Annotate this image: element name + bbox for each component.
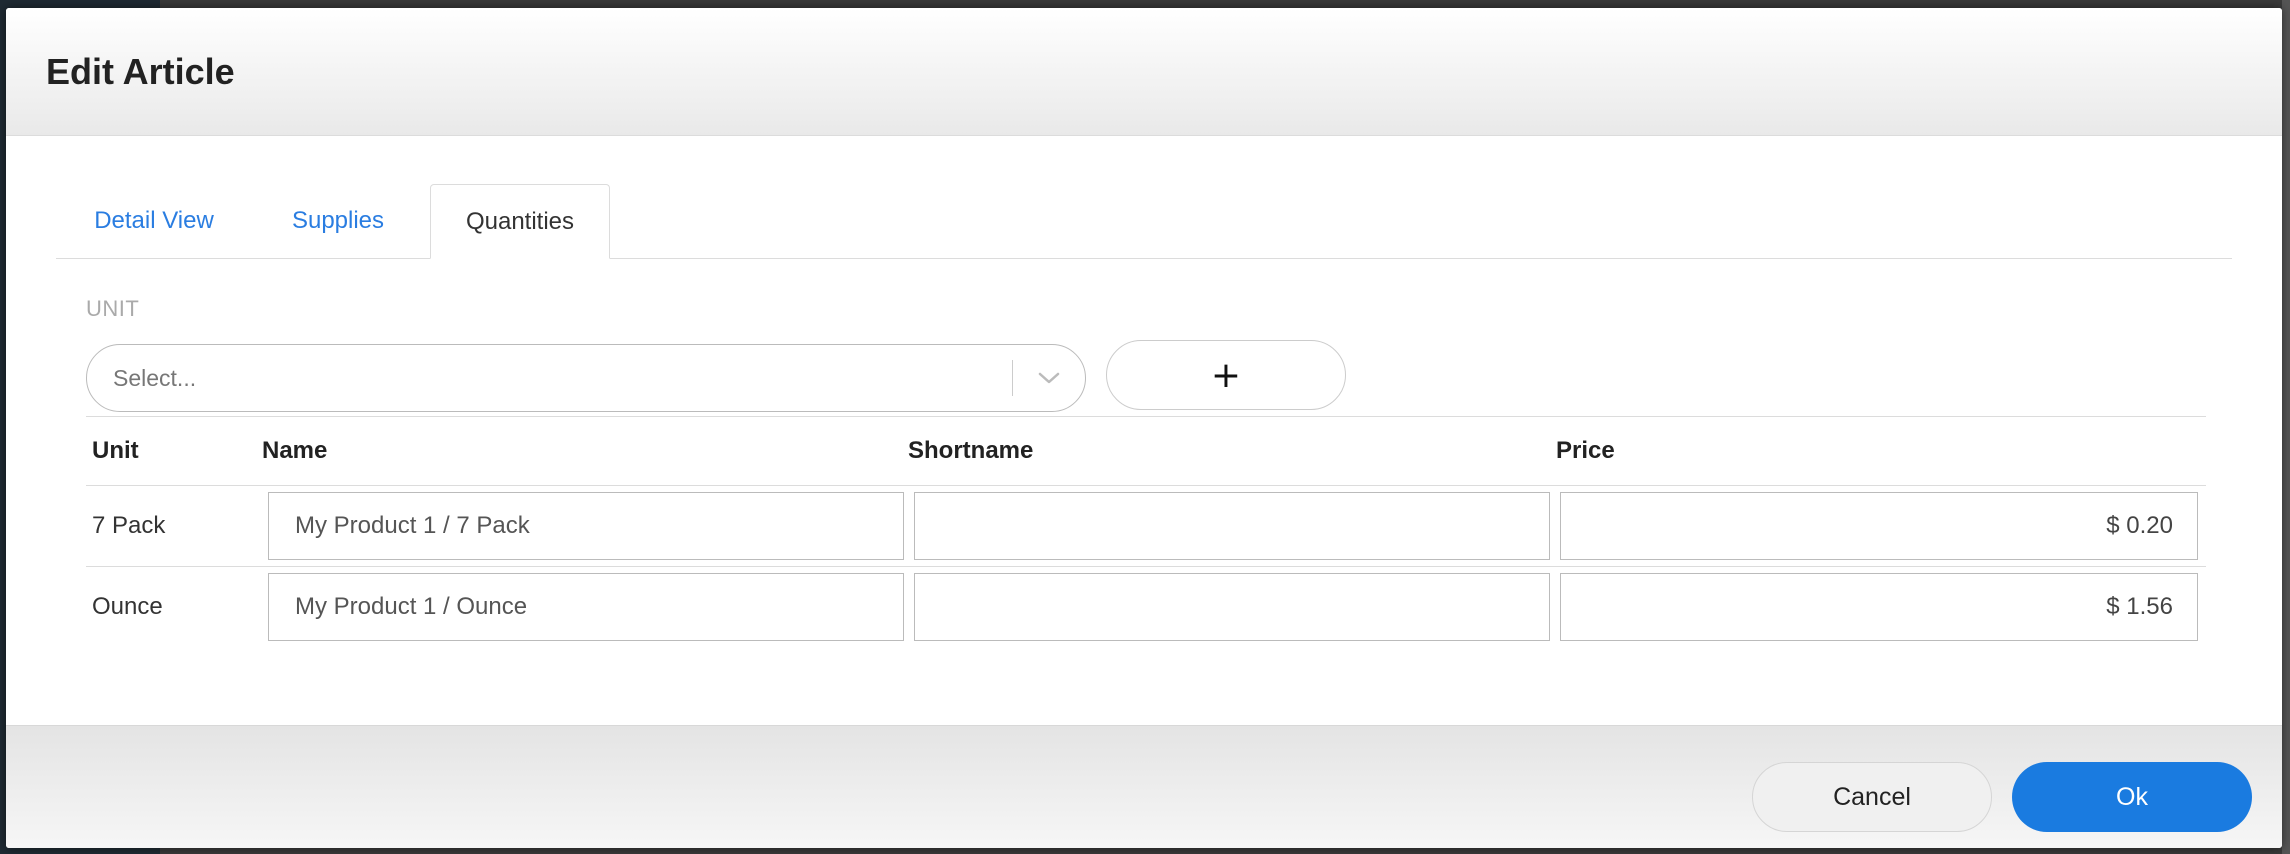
shortname-input[interactable] [914, 573, 1550, 641]
unit-select-placeholder: Select... [113, 364, 197, 391]
cancel-button[interactable]: Cancel [1752, 762, 1992, 832]
tab-detail-view[interactable]: Detail View [56, 184, 252, 258]
table-row: 7 Pack My Product 1 / 7 Pack $ 0.20 [86, 486, 2206, 567]
quantities-table: Unit Name Shortname Price 7 Pack My Prod… [86, 416, 2206, 647]
dialog-footer: Cancel Ok [6, 725, 2282, 848]
row-unit: 7 Pack [92, 512, 166, 539]
column-header-shortname: Shortname [908, 437, 1034, 464]
tab-bar: Detail View Supplies Quantities [56, 184, 2232, 259]
column-header-name: Name [262, 437, 328, 464]
edit-article-dialog: Edit Article Detail View Supplies Quanti… [6, 8, 2282, 848]
name-input[interactable]: My Product 1 / Ounce [268, 573, 904, 641]
price-input[interactable]: $ 0.20 [1560, 492, 2198, 560]
price-input[interactable]: $ 1.56 [1560, 573, 2198, 641]
dialog-body: Detail View Supplies Quantities UNIT Sel… [6, 136, 2282, 726]
dialog-title: Edit Article [46, 50, 235, 92]
unit-select[interactable]: Select... [86, 344, 1086, 412]
column-header-unit: Unit [92, 437, 139, 464]
tab-supplies[interactable]: Supplies [252, 184, 424, 258]
dialog-header: Edit Article [6, 8, 2282, 136]
chevron-down-icon[interactable] [1013, 371, 1085, 385]
row-unit: Ounce [92, 593, 163, 620]
column-header-price: Price [1556, 437, 1615, 464]
name-input[interactable]: My Product 1 / 7 Pack [268, 492, 904, 560]
unit-field-label: UNIT [86, 296, 140, 321]
shortname-input[interactable] [914, 492, 1550, 560]
backdrop-edge [2282, 0, 2290, 854]
tab-quantities[interactable]: Quantities [430, 184, 610, 259]
table-header: Unit Name Shortname Price [86, 416, 2206, 486]
ok-button[interactable]: Ok [2012, 762, 2252, 832]
add-unit-button[interactable]: + [1106, 340, 1346, 410]
table-row: Ounce My Product 1 / Ounce $ 1.56 [86, 567, 2206, 647]
